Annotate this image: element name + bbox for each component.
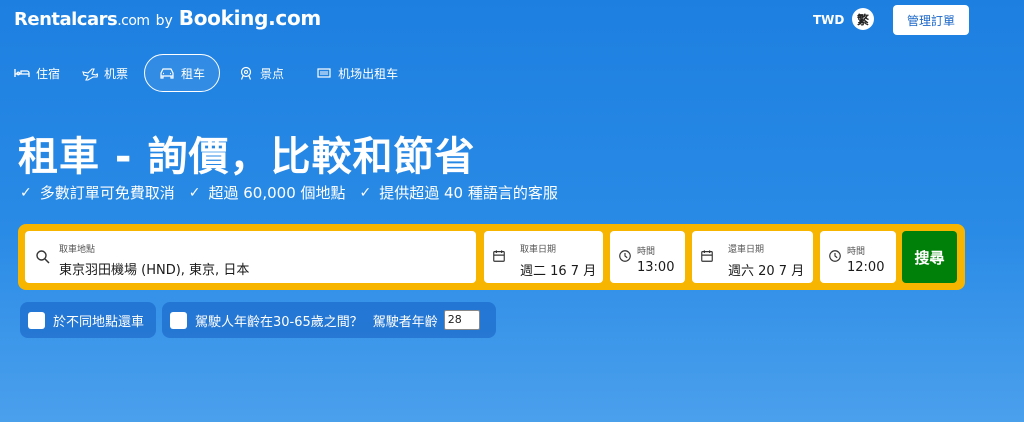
driver-age-question: 駕駛人年齡在30-65歲之間？ [195,314,363,330]
return-date-value: 週六 20 7 月 [728,264,805,279]
search-icon [36,250,50,264]
nav-label: 租车 [181,66,206,81]
nav-item-stays[interactable]: 住宿 [14,54,60,92]
benefit-text: 多數訂單可免費取消 [39,184,175,202]
logo-by: by [155,13,173,29]
pickup-time-value: 13:00 [637,260,675,275]
nav-label: 机场出租车 [338,66,399,81]
benefit-item: ✓ 多數訂單可免費取消 [20,182,175,203]
benefit-text: 提供超過 40 種語言的客服 [379,184,558,202]
clock-icon [619,250,631,262]
return-time-label: 時間 [847,247,866,257]
different-return-label: 於不同地點還車 [53,314,145,330]
different-return-option[interactable]: 於不同地點還車 [20,302,156,338]
pickup-date-label: 取車日期 [520,245,557,255]
different-return-checkbox[interactable] [28,311,45,329]
bed-icon [14,69,30,77]
pickup-location-label: 取車地點 [59,245,96,255]
nav-item-airport-taxis[interactable]: 机场出租车 [316,54,398,92]
pickup-date-value: 週二 16 7 月 [520,264,597,279]
driver-age-option: 駕駛人年齡在30-65歲之間？ 駕駛者年齡 28 [162,302,496,338]
logo-rentalcars: Rentalcars.com [14,9,150,30]
plane-icon [82,68,99,81]
pickup-date-field[interactable]: 取車日期 週二 16 7 月 [484,231,603,283]
page-title: 租車 - 詢價，比較和節省 [18,134,476,180]
driver-age-label: 駕駛者年齡 [372,314,438,330]
calendar-icon [493,250,505,262]
return-date-label: 還車日期 [728,245,765,255]
attraction-icon [240,66,252,80]
check-icon: ✓ [359,184,372,201]
top-header: Rentalcars.com by Booking.com TWD 繁 管理訂單 [0,0,1024,44]
pickup-time-field[interactable]: 時間 13:00 [610,231,685,283]
taxi-icon [317,68,331,78]
currency-selector[interactable]: TWD [813,13,844,27]
benefit-item: ✓ 提供超過 40 種語言的客服 [360,182,558,203]
driver-age-checkbox[interactable] [170,311,187,329]
nav-label: 景点 [260,66,285,81]
return-time-field[interactable]: 時間 12:00 [820,231,896,283]
language-selector[interactable]: 繁 [852,8,874,30]
logo[interactable]: Rentalcars.com by Booking.com [14,6,321,30]
main-nav: 住宿 机票 租车 景点 机场出租车 [14,54,398,92]
clock-icon [829,250,841,262]
benefit-text: 超過 60,000 個地點 [208,184,346,202]
return-date-field[interactable]: 還車日期 週六 20 7 月 [692,231,813,283]
return-time-value: 12:00 [847,260,885,275]
benefits-list: ✓ 多數訂單可免費取消 ✓ 超過 60,000 個地點 ✓ 提供超過 40 種語… [20,182,558,203]
pickup-time-label: 時間 [637,247,656,257]
nav-label: 住宿 [36,66,61,81]
nav-item-flights[interactable]: 机票 [82,54,128,92]
search-button[interactable]: 搜尋 [902,231,957,283]
logo-booking: Booking.com [178,6,321,30]
driver-age-input[interactable]: 28 [443,310,480,330]
car-icon [160,68,174,79]
search-form: 取車地點 東京羽田機場 (HND), 東京, 日本 取車日期 週二 16 7 月… [18,224,965,290]
calendar-icon [701,250,713,262]
check-icon: ✓ [188,184,201,201]
nav-label: 机票 [104,66,129,81]
pickup-location-value[interactable]: 東京羽田機場 (HND), 東京, 日本 [59,259,249,278]
check-icon: ✓ [20,184,32,201]
benefit-item: ✓ 超過 60,000 個地點 [189,182,346,203]
nav-item-attractions[interactable]: 景点 [238,54,284,92]
nav-item-car-rental[interactable]: 租车 [144,54,221,92]
manage-booking-button[interactable]: 管理訂單 [893,5,969,35]
pickup-location-field[interactable]: 取車地點 東京羽田機場 (HND), 東京, 日本 [25,231,476,283]
